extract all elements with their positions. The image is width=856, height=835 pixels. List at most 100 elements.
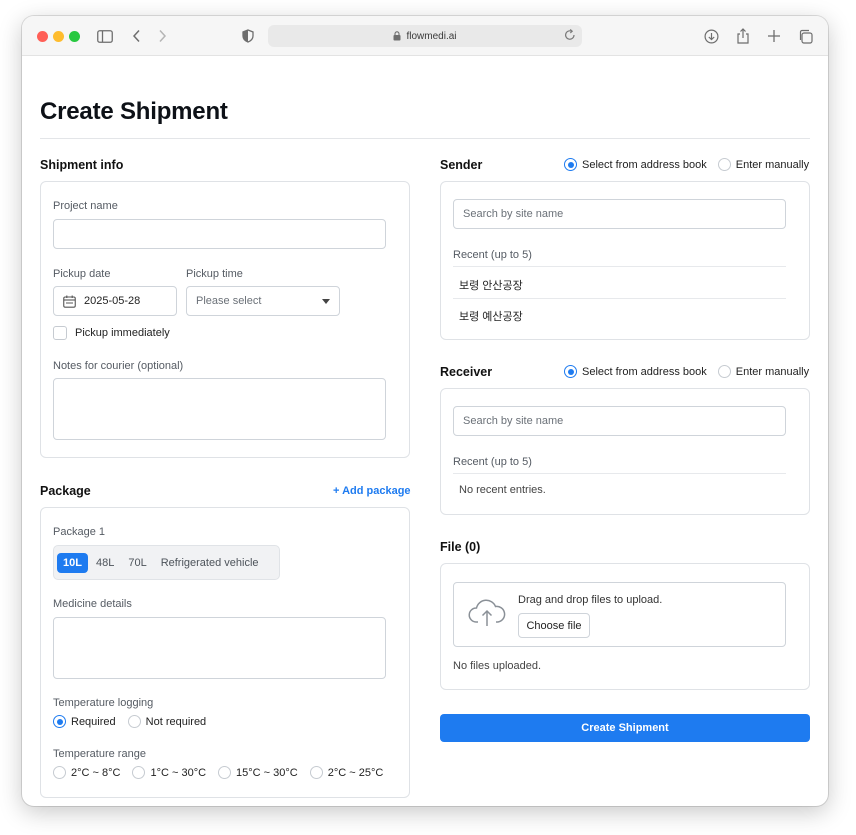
temp-range-option[interactable]: 1°C ~ 30°C — [132, 766, 206, 779]
receiver-mode-address-book-label: Select from address book — [582, 365, 707, 378]
browser-window: flowmedi.ai Create Shipment Shipment inf… — [22, 16, 828, 806]
forward-icon[interactable] — [153, 27, 171, 45]
temp-range-label-3: 15°C ~ 30°C — [236, 766, 298, 779]
medicine-details-label: Medicine details — [53, 598, 132, 610]
privacy-shield-icon[interactable] — [239, 27, 257, 45]
sender-mode-manual[interactable]: Enter manually — [717, 158, 810, 171]
browser-toolbar: flowmedi.ai — [22, 16, 828, 56]
new-tab-icon[interactable] — [765, 27, 783, 45]
reload-icon[interactable] — [564, 28, 576, 42]
size-option-refrigerated[interactable]: Refrigerated vehicle — [155, 553, 265, 573]
page-title: Create Shipment — [40, 98, 228, 125]
lock-icon — [393, 31, 401, 41]
cloud-upload-icon — [468, 598, 506, 628]
calendar-icon — [63, 295, 76, 308]
notes-label: Notes for courier (optional) — [53, 360, 184, 372]
pickup-immediately-label: Pickup immediately — [75, 327, 170, 339]
sender-search-input[interactable]: Search by site name — [453, 199, 786, 229]
project-name-input[interactable] — [53, 219, 386, 249]
receiver-mode-manual[interactable]: Enter manually — [717, 365, 810, 378]
tab-overview-icon[interactable] — [796, 27, 814, 45]
pickup-time-placeholder: Please select — [196, 295, 262, 307]
choose-file-button[interactable]: Choose file — [518, 613, 590, 638]
file-dropzone[interactable]: Drag and drop files to upload. Choose fi… — [453, 582, 786, 647]
package-card: Package 1 10L 48L 70L Refrigerated vehic… — [40, 507, 410, 798]
sender-card: Search by site name Recent (up to 5) 보령 … — [440, 181, 810, 340]
radio-unselected — [53, 766, 66, 779]
address-bar[interactable]: flowmedi.ai — [268, 25, 582, 47]
title-divider — [40, 138, 810, 139]
temp-logging-required-label: Required — [71, 715, 116, 728]
download-icon[interactable] — [702, 27, 720, 45]
size-option-10l[interactable]: 10L — [57, 552, 88, 573]
temp-range-option[interactable]: 2°C ~ 8°C — [53, 766, 120, 779]
caret-down-icon — [322, 299, 330, 304]
project-name-label: Project name — [53, 200, 118, 212]
pickup-immediately-checkbox[interactable] — [53, 326, 67, 340]
receiver-mode-address-book[interactable]: Select from address book — [564, 365, 707, 378]
package-item-title: Package 1 — [53, 526, 105, 538]
sidebar-icon[interactable] — [96, 27, 114, 45]
receiver-card: Search by site name Recent (up to 5) No … — [440, 388, 810, 515]
package-title: Package — [40, 484, 91, 498]
pickup-time-label: Pickup time — [186, 268, 243, 280]
temp-range-option[interactable]: 15°C ~ 30°C — [218, 766, 298, 779]
divider — [453, 298, 786, 299]
radio-unselected — [717, 365, 731, 378]
zoom-window-button[interactable] — [69, 31, 80, 42]
shipment-info-title: Shipment info — [40, 158, 124, 172]
sender-mode-group: Select from address book Enter manually — [564, 158, 809, 171]
size-option-48l[interactable]: 48L — [90, 553, 120, 573]
medicine-details-textarea[interactable] — [53, 617, 386, 679]
temp-range-group: 2°C ~ 8°C 1°C ~ 30°C 15°C ~ 30°C 2°C ~ 2… — [53, 766, 383, 779]
pickup-date-value: 2025-05-28 — [84, 295, 141, 307]
sender-recent-item[interactable]: 보령 예산공장 — [459, 308, 523, 324]
sender-mode-manual-label: Enter manually — [735, 158, 810, 171]
pickup-date-input[interactable]: 2025-05-28 — [53, 286, 177, 316]
radio-selected — [53, 715, 66, 728]
radio-unselected — [132, 766, 146, 779]
receiver-mode-manual-label: Enter manually — [735, 365, 810, 378]
temp-range-label: Temperature range — [53, 748, 146, 760]
pickup-time-select[interactable]: Please select — [186, 286, 340, 316]
temp-range-option[interactable]: 2°C ~ 25°C — [309, 766, 384, 779]
radio-selected — [564, 158, 577, 171]
radio-unselected — [218, 766, 232, 779]
temp-logging-required[interactable]: Required — [53, 715, 116, 728]
dropzone-text: Drag and drop files to upload. — [518, 594, 663, 606]
temp-range-label-1: 2°C ~ 8°C — [71, 766, 121, 779]
package-size-selector: 10L 48L 70L Refrigerated vehicle — [53, 545, 280, 580]
sender-title: Sender — [440, 158, 483, 172]
minimize-window-button[interactable] — [53, 31, 64, 42]
page-content: Create Shipment Shipment info Project na… — [22, 56, 828, 806]
temp-logging-label: Temperature logging — [53, 697, 154, 709]
back-icon[interactable] — [128, 27, 146, 45]
pickup-date-label: Pickup date — [53, 268, 111, 280]
address-text: flowmedi.ai — [406, 30, 457, 42]
receiver-search-input[interactable]: Search by site name — [453, 406, 786, 436]
file-card: Drag and drop files to upload. Choose fi… — [440, 563, 810, 690]
temp-logging-not-required[interactable]: Not required — [127, 715, 206, 728]
size-option-70l[interactable]: 70L — [122, 553, 152, 573]
sender-mode-address-book-label: Select from address book — [582, 158, 707, 171]
create-shipment-button[interactable]: Create Shipment — [440, 714, 810, 742]
shipment-info-card: Project name Pickup date 2025-05-28 Pick… — [40, 181, 410, 458]
temp-range-label-2: 1°C ~ 30°C — [150, 766, 207, 779]
sender-recent-label: Recent (up to 5) — [453, 249, 532, 261]
receiver-title: Receiver — [440, 365, 493, 379]
radio-unselected — [309, 766, 323, 779]
divider — [453, 266, 786, 267]
temp-logging-group: Required Not required — [53, 715, 206, 728]
temp-range-label-4: 2°C ~ 25°C — [327, 766, 384, 779]
radio-unselected — [717, 158, 731, 171]
sender-recent-item[interactable]: 보령 안산공장 — [459, 277, 523, 293]
radio-unselected — [127, 715, 141, 728]
receiver-recent-label: Recent (up to 5) — [453, 456, 532, 468]
no-files-text: No files uploaded. — [453, 660, 542, 672]
notes-textarea[interactable] — [53, 378, 386, 440]
share-icon[interactable] — [734, 27, 752, 45]
file-title: File (0) — [440, 540, 481, 554]
sender-mode-address-book[interactable]: Select from address book — [564, 158, 707, 171]
close-window-button[interactable] — [37, 31, 48, 42]
add-package-link[interactable]: + Add package — [333, 485, 411, 497]
